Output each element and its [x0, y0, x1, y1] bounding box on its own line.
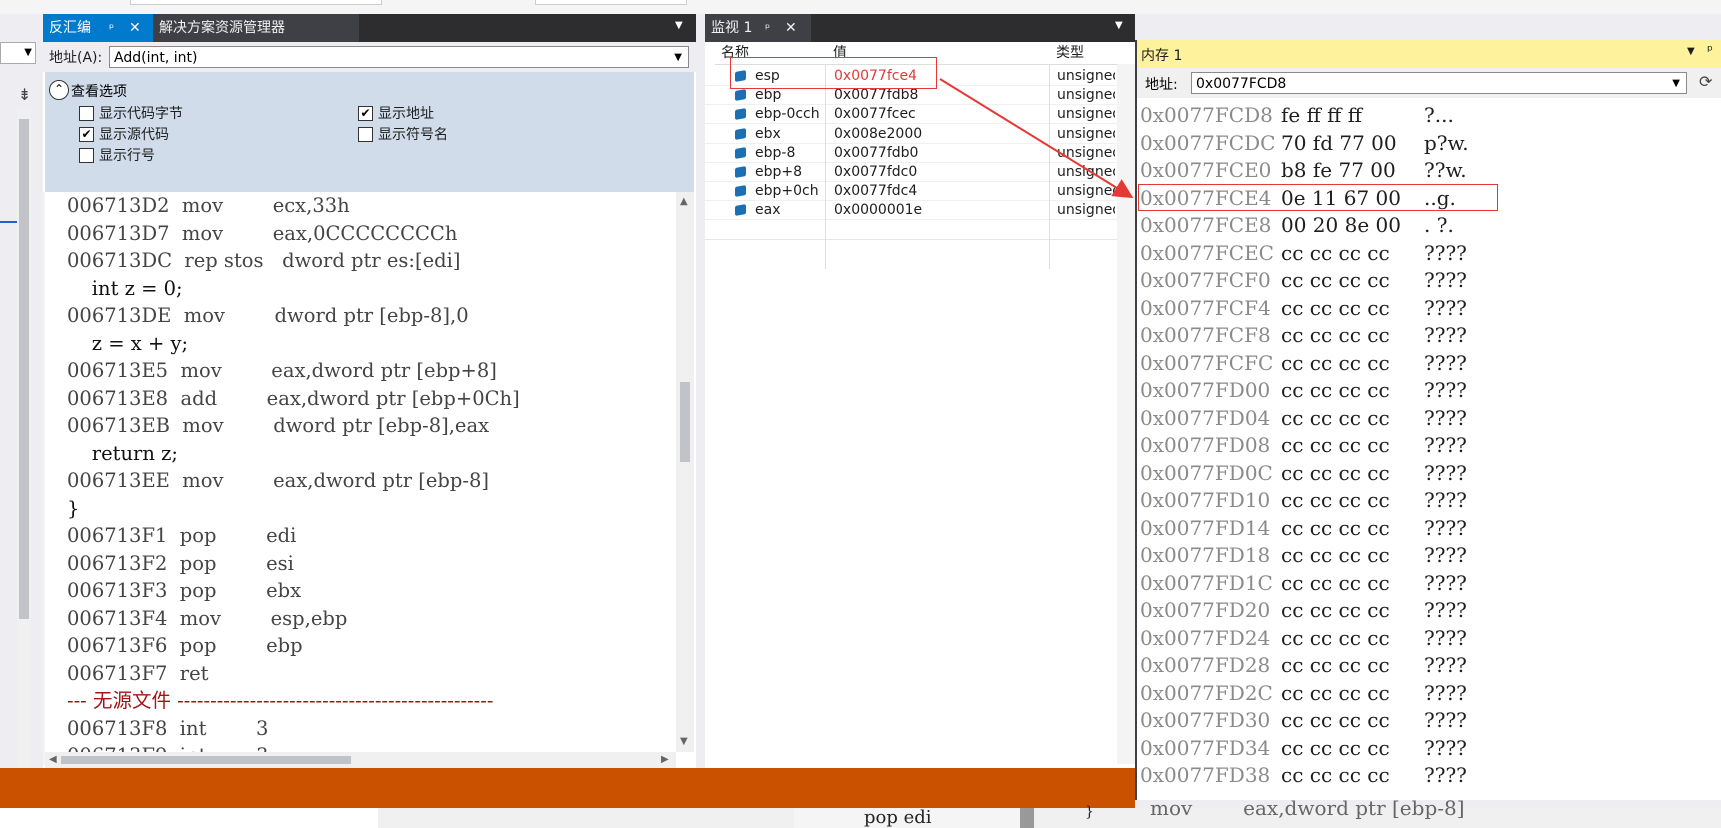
background-fragment [378, 808, 793, 828]
background-brace: } [1085, 804, 1094, 820]
background-fragment [0, 808, 378, 828]
status-bar [0, 768, 1135, 808]
background-code-fragment: pop edi [794, 808, 1034, 828]
annotation-arrow [939, 78, 1134, 199]
background-code-fragment: mov eax,dword ptr [ebp-8] [1150, 796, 1465, 820]
background-scrollbar [1020, 808, 1034, 828]
background-window-strip: pop edi } mov eax,dword ptr [ebp-8] [0, 796, 1721, 828]
